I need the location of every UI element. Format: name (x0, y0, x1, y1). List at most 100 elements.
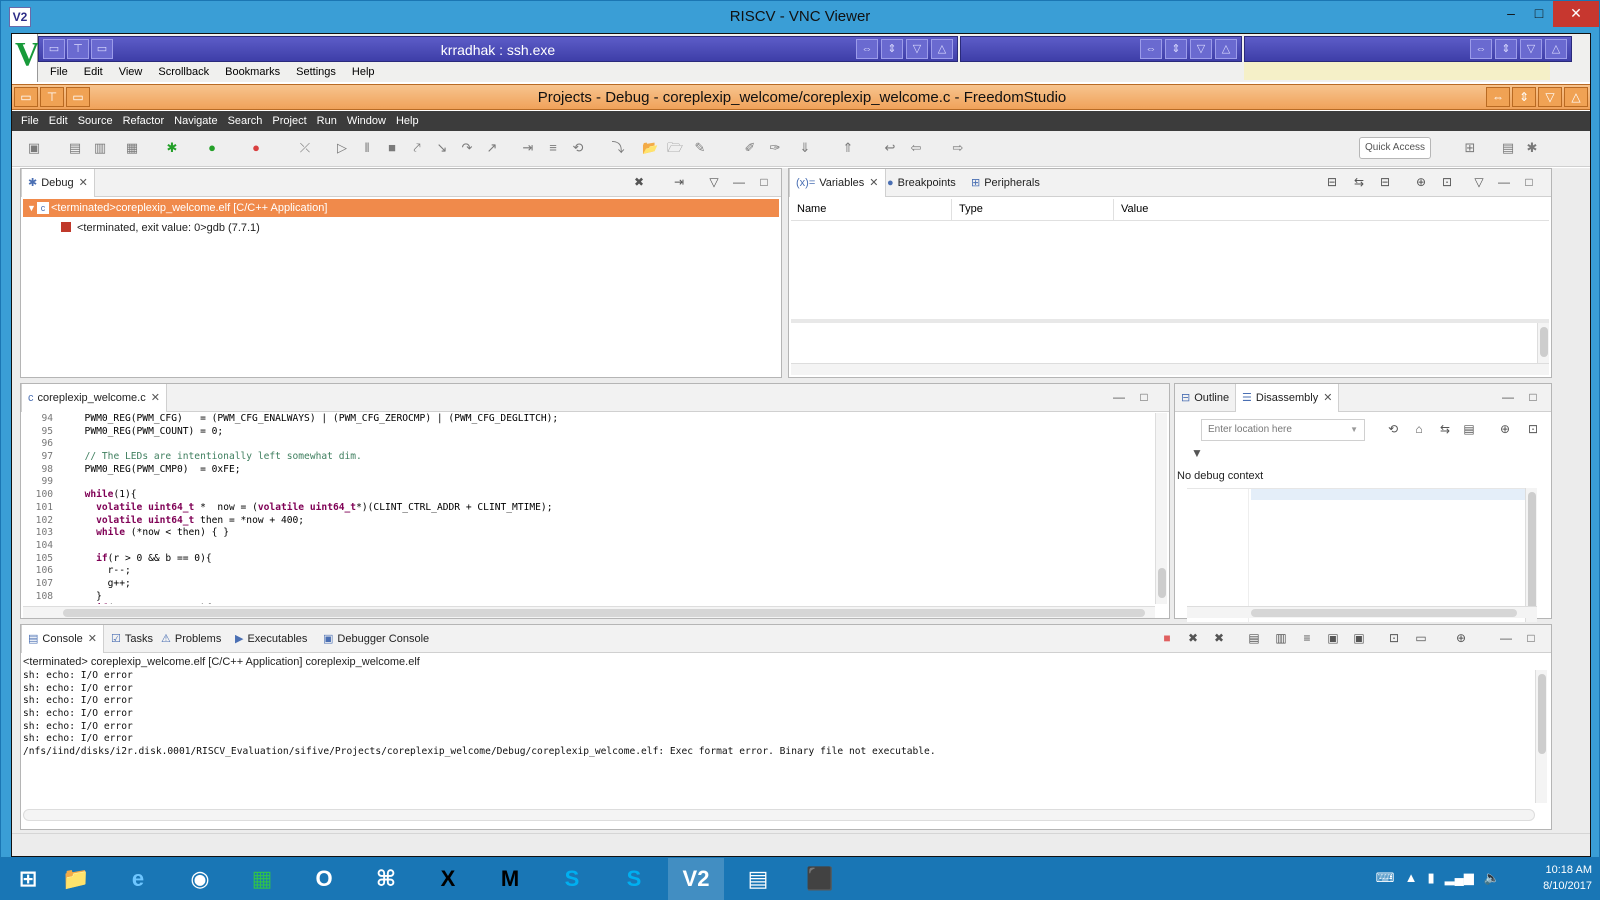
close-icon[interactable]: ✕ (869, 177, 878, 189)
outlook-icon[interactable]: O (296, 858, 352, 900)
collapse-icon[interactable]: ⊟ (1377, 175, 1393, 189)
open-folder-icon[interactable]: 📂 (642, 140, 658, 156)
tab-debugger-console[interactable]: ▣ Debugger Console (317, 625, 435, 653)
show-hidden-icon[interactable]: ▲ (1405, 870, 1418, 886)
minimize-icon[interactable]: ▽ (1538, 87, 1562, 107)
minimize-icon[interactable]: — (1498, 631, 1514, 645)
highlight-icon[interactable]: ✑ (767, 140, 783, 156)
process-tree-item[interactable]: <terminated, exit value: 0>gdb (7.7.1) (61, 219, 260, 237)
code-line[interactable]: 107 g++; (23, 578, 1153, 591)
scroll-lock-icon[interactable]: ▥ (1273, 631, 1289, 645)
vnc-viewer-icon[interactable]: V2 (668, 858, 724, 900)
location-input[interactable]: Enter location here ▼ (1201, 419, 1365, 441)
close-button[interactable]: ✕ (1553, 1, 1599, 27)
maximize-icon[interactable]: □ (1525, 390, 1541, 404)
minimize-icon[interactable]: — (731, 175, 747, 189)
resize-vertical-icon[interactable]: ⇕ (1512, 87, 1536, 107)
annotation-icon[interactable]: ✐ (742, 140, 758, 156)
menu-project[interactable]: Project (267, 111, 311, 131)
view-menu-icon[interactable]: ▼ (1189, 446, 1205, 460)
acrobat-icon[interactable]: ⬛ (792, 858, 848, 900)
menu-view[interactable]: View (111, 64, 151, 80)
file-explorer-icon[interactable]: 📁 (48, 858, 104, 900)
menu-bookmarks[interactable]: Bookmarks (217, 64, 288, 80)
tab-debug[interactable]: ✱ Debug ✕ (21, 169, 95, 197)
horizontal-scrollbar[interactable] (791, 363, 1549, 375)
menu-file[interactable]: File (16, 111, 44, 131)
tab-outline[interactable]: ⊟ Outline (1175, 384, 1235, 412)
resize-horizontal-icon[interactable]: ⇔ (1470, 39, 1492, 59)
menu-edit[interactable]: Edit (76, 64, 111, 80)
quick-access-field[interactable]: Quick Access (1359, 137, 1431, 159)
tab-peripherals[interactable]: ⊞ Peripherals (965, 169, 1046, 197)
resize-horizontal-icon[interactable]: ⇔ (856, 39, 878, 59)
back-icon[interactable]: ⇦ (908, 140, 924, 156)
disassembly-area[interactable] (1187, 488, 1527, 622)
tab-executables[interactable]: ▶ Executables (229, 625, 313, 653)
view-menu-icon[interactable]: ▽ (1471, 175, 1487, 189)
show-on-stdout-icon[interactable]: ▣ (1325, 631, 1341, 645)
search-icon[interactable]: ✎ (692, 140, 708, 156)
resize-horizontal-icon[interactable]: ⇔ (1486, 87, 1510, 107)
ssh-titlebar[interactable]: ▭ ⊤ ▭ krradhak : ssh.exe ⇔ ⇕ ▽ △ (38, 36, 958, 62)
step-into-icon[interactable]: ↘ (434, 140, 450, 156)
remove-all-terminated-icon[interactable]: ✖ (1211, 631, 1227, 645)
third-titlebar[interactable]: ⇔ ⇕ ▽ △ (1244, 36, 1572, 62)
pin-icon[interactable]: ⊡ (1525, 422, 1541, 436)
menu-scrollback[interactable]: Scrollback (150, 64, 217, 80)
network-icon[interactable]: ⌘ (358, 858, 414, 900)
code-line[interactable]: 106 r--; (23, 565, 1153, 578)
minimize-icon[interactable]: ▽ (1520, 39, 1542, 59)
internet-explorer-icon[interactable]: e (110, 858, 166, 900)
terminal-area[interactable] (1244, 62, 1550, 80)
minimize-icon[interactable]: — (1500, 390, 1516, 404)
tab-variables[interactable]: (x)= Variables ✕ (789, 169, 886, 197)
instruction-stepping-icon[interactable]: ⇥ (520, 140, 536, 156)
code-line[interactable]: 98 PWM0_REG(PWM_CMP0) = 0xFE; (23, 464, 1153, 477)
show-on-stderr-icon[interactable]: ▣ (1351, 631, 1367, 645)
column-type[interactable]: Type (959, 203, 983, 215)
pin-icon[interactable]: ⊡ (1439, 175, 1455, 189)
code-line[interactable]: 102 volatile uint64_t then = *now + 400; (23, 515, 1153, 528)
step-return-icon[interactable]: ↗ (484, 140, 500, 156)
restart-icon[interactable]: ⟲ (570, 140, 586, 156)
menu-source[interactable]: Source (73, 111, 118, 131)
vertical-scrollbar[interactable] (1537, 323, 1549, 363)
remove-launch-icon[interactable]: ✖ (1185, 631, 1201, 645)
code-line[interactable]: 94 PWM0_REG(PWM_CFG) = (PWM_CFG_ENALWAYS… (23, 413, 1153, 426)
skip-breakpoints-icon[interactable]: ⤫ (297, 140, 313, 156)
maximize-icon[interactable]: □ (1521, 175, 1537, 189)
launch-tree-item[interactable]: ▼ c <terminated>coreplexip_welcome.elf [… (23, 199, 779, 217)
clock[interactable]: 10:18 AM 8/10/2017 (1543, 862, 1592, 894)
maximize-icon[interactable]: △ (1215, 39, 1237, 59)
resize-vertical-icon[interactable]: ⇕ (1495, 39, 1517, 59)
battery-icon[interactable]: ▮ (1427, 870, 1434, 886)
code-line[interactable]: 104 (23, 540, 1153, 553)
terminate-icon[interactable]: ■ (384, 140, 400, 156)
keyboard-icon[interactable]: ⌨ (1376, 870, 1395, 886)
winrar-icon[interactable]: ▤ (730, 858, 786, 900)
code-line[interactable]: 97 // The LEDs are intentionally left so… (23, 451, 1153, 464)
column-divider[interactable] (951, 199, 952, 221)
close-icon[interactable]: ✕ (88, 633, 97, 645)
maximize-button[interactable]: □ (1525, 1, 1553, 27)
expand-icon[interactable]: ▼ (27, 199, 36, 217)
resize-horizontal-icon[interactable]: ⇔ (1140, 39, 1162, 59)
build-icon[interactable]: ▦ (124, 140, 140, 156)
tab-tasks[interactable]: ☑ Tasks (105, 625, 159, 653)
resume-icon[interactable]: ▷ (334, 140, 350, 156)
new-icon[interactable]: ▣ (26, 140, 42, 156)
pin-console-icon[interactable]: ⊡ (1386, 631, 1402, 645)
debug-perspective-icon[interactable]: ✱ (1524, 140, 1540, 156)
code-line[interactable]: 100 while(1){ (23, 489, 1153, 502)
code-text-area[interactable]: 94 PWM0_REG(PWM_CFG) = (PWM_CFG_ENALWAYS… (23, 413, 1153, 604)
tab-disassembly[interactable]: ☰ Disassembly ✕ (1235, 384, 1340, 412)
open-perspective-icon[interactable]: ⊞ (1462, 140, 1478, 156)
maximize-icon[interactable]: □ (1136, 390, 1152, 404)
next-annotation-icon[interactable]: ⇓ (797, 140, 813, 156)
maximize-icon[interactable]: △ (1545, 39, 1567, 59)
column-name[interactable]: Name (797, 203, 826, 215)
menu-settings[interactable]: Settings (288, 64, 344, 80)
display-console-icon[interactable]: ▭ (1413, 631, 1429, 645)
drop-to-frame-icon[interactable]: ⤵ (610, 140, 626, 156)
